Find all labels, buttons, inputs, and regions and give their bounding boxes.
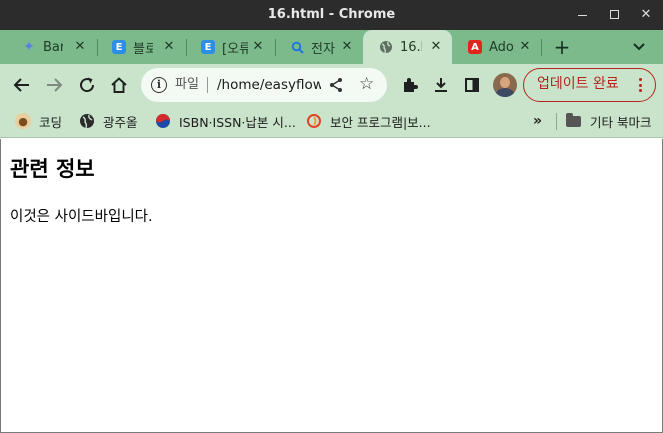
- window-titlebar: 16.html - Chrome ✕: [0, 0, 663, 30]
- reload-button[interactable]: [74, 72, 100, 98]
- tab-close-icon[interactable]: ✕: [517, 39, 533, 55]
- address-bar[interactable]: i 파일 /home/easyflow/16.html ☆: [141, 68, 387, 102]
- search-icon: [290, 40, 304, 54]
- bookmark-isbn[interactable]: ISBN·ISSN·납본 시...: [155, 105, 296, 137]
- tab-label: Adobe: [489, 39, 513, 55]
- home-button[interactable]: [106, 72, 132, 98]
- bookmark-label: ISBN·ISSN·납본 시...: [179, 114, 296, 130]
- tab-search[interactable]: 전자 ✕: [274, 30, 363, 64]
- maximize-icon[interactable]: [605, 5, 625, 25]
- globe-icon: [379, 40, 393, 54]
- tab-adobe[interactable]: A Adobe ✕: [452, 30, 541, 64]
- easyflow-e-icon: E: [112, 40, 126, 54]
- tab-16-html[interactable]: 16.html ✕: [363, 30, 452, 64]
- tab-close-icon[interactable]: ✕: [428, 39, 444, 55]
- address-scheme-label: 파일: [175, 77, 199, 92]
- side-panel-icon[interactable]: [459, 72, 485, 98]
- forward-button[interactable]: [41, 72, 67, 98]
- tab-label: [오류]: [222, 41, 248, 57]
- update-complete-button[interactable]: 업데이트 완료: [523, 68, 656, 102]
- bookmarks-separator: [556, 113, 557, 130]
- folder-icon: [566, 112, 581, 127]
- share-icon[interactable]: [328, 77, 344, 93]
- tab-blog[interactable]: E 블로그 ✕: [96, 30, 185, 64]
- back-button[interactable]: [9, 72, 35, 98]
- minimize-icon[interactable]: [573, 5, 593, 25]
- new-tab-button[interactable]: +: [551, 36, 573, 58]
- bookmark-coding[interactable]: ● 코딩: [15, 105, 62, 137]
- tab-close-icon[interactable]: ✕: [161, 39, 177, 55]
- close-icon[interactable]: ✕: [636, 5, 656, 25]
- bookmark-gwangju[interactable]: 광주올: [79, 105, 138, 137]
- tab-close-icon[interactable]: ✕: [72, 39, 88, 55]
- more-bookmarks-icon[interactable]: »: [533, 113, 542, 129]
- bookmark-star-icon[interactable]: ☆: [359, 75, 374, 93]
- tab-bard[interactable]: ✦ Bard ✕: [6, 30, 96, 64]
- site-info-icon[interactable]: i: [151, 77, 167, 93]
- back-arrow-icon: [13, 78, 29, 92]
- tab-separator: [541, 39, 542, 56]
- home-icon: [111, 77, 127, 93]
- download-icon[interactable]: [428, 72, 454, 98]
- extensions-icon[interactable]: [397, 72, 423, 98]
- other-bookmarks-label: 기타 북마크: [590, 114, 652, 130]
- forward-arrow-icon: [47, 78, 63, 92]
- tab-label: Bard: [43, 39, 63, 55]
- page-heading: 관련 정보: [10, 157, 95, 181]
- update-button-label: 업데이트 완료: [537, 76, 619, 92]
- page-content: 관련 정보 이것은 사이드바입니다.: [0, 139, 663, 433]
- tab-close-icon[interactable]: ✕: [250, 39, 266, 55]
- security-swirl-icon: [306, 113, 322, 129]
- bookmarks-bar: ● 코딩 광주올 ISBN·ISSN·납본 시... 보안 프로그램|보... …: [0, 105, 663, 138]
- tab-label: 전자: [311, 41, 335, 57]
- tab-label: 16.html: [400, 39, 422, 55]
- bookmark-label: 코딩: [39, 114, 63, 130]
- bookmark-security[interactable]: 보안 프로그램|보...: [306, 105, 431, 137]
- korea-emblem-icon: [155, 113, 171, 129]
- tab-strip: ✦ Bard ✕ E 블로그 ✕ E [오류] ✕ 전자 ✕ 16.html ✕…: [0, 30, 663, 64]
- address-url[interactable]: /home/easyflow/16.html: [217, 68, 321, 102]
- bookmark-label: 보안 프로그램|보...: [330, 114, 431, 130]
- tab-close-icon[interactable]: ✕: [339, 39, 355, 55]
- bookmark-label: 광주올: [103, 114, 138, 130]
- page-body-text: 이것은 사이드바입니다.: [10, 209, 153, 225]
- adobe-icon: A: [468, 40, 482, 54]
- address-divider: [207, 77, 208, 93]
- tab-search-chevron-icon[interactable]: [630, 38, 648, 56]
- reload-icon: [80, 77, 95, 93]
- other-bookmarks[interactable]: 기타 북마크: [566, 105, 651, 137]
- tab-label: 블로그: [133, 41, 153, 57]
- more-menu-icon[interactable]: [639, 78, 643, 92]
- bard-sparkle-icon: ✦: [23, 39, 35, 55]
- globe-icon: [79, 113, 95, 129]
- easyflow-e-icon: E: [201, 40, 215, 54]
- window-title: 16.html - Chrome: [267, 7, 396, 22]
- browser-toolbar: i 파일 /home/easyflow/16.html ☆ 업데이트 완료: [0, 64, 663, 105]
- profile-avatar[interactable]: [493, 73, 517, 97]
- dog-icon: ●: [15, 113, 31, 129]
- tab-error[interactable]: E [오류] ✕: [185, 30, 274, 64]
